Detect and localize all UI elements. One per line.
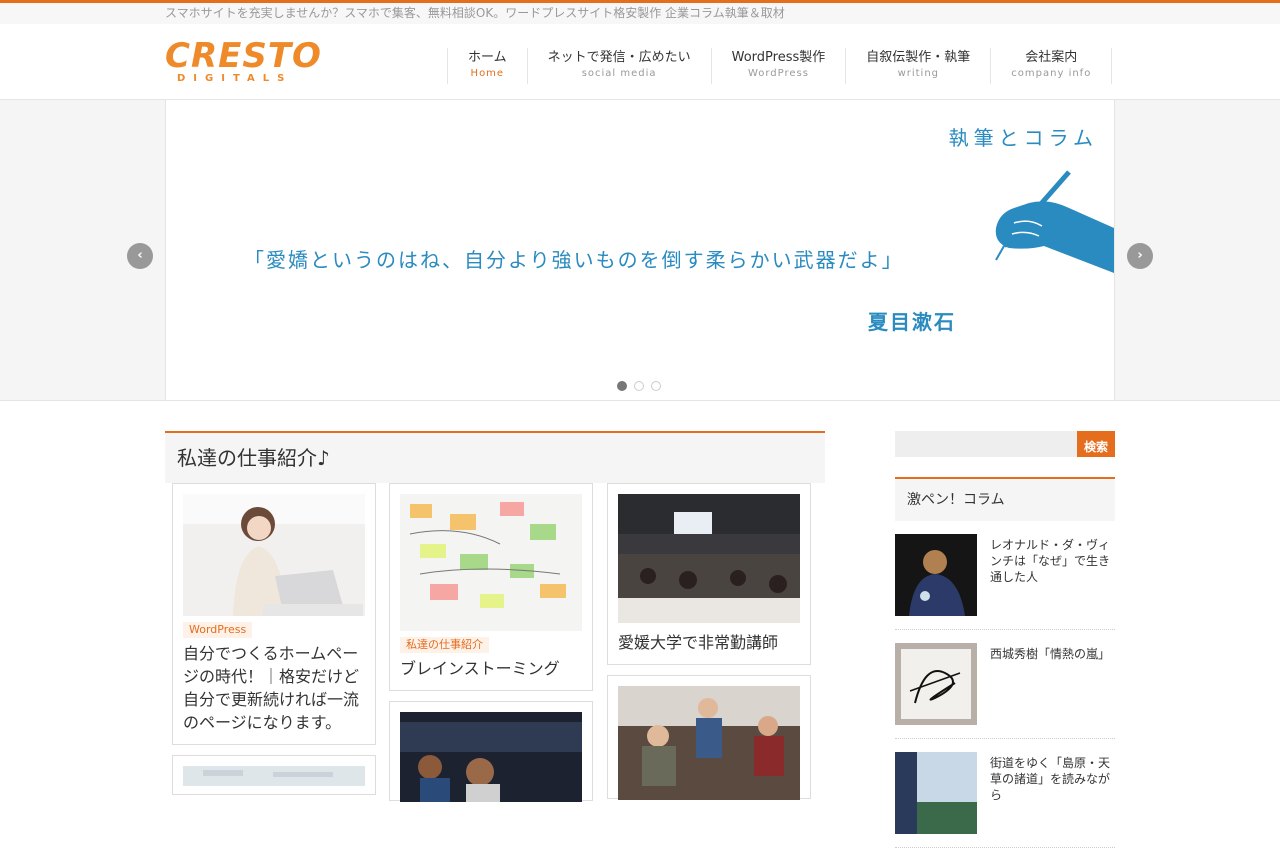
nav-item-writing[interactable]: 自叙伝製作・執筆 writing	[846, 48, 992, 84]
post-title[interactable]: 街道をゆく「島原・天草の諸道」を読みながら	[990, 755, 1115, 834]
post-category-tag[interactable]: 私達の仕事紹介	[400, 637, 489, 653]
main-nav: ホーム Home ネットで発信・広めたい social media WordPr…	[447, 48, 1113, 84]
search-form: 検索	[895, 431, 1115, 457]
nav-item-social-media[interactable]: ネットで発信・広めたい social media	[528, 48, 712, 84]
slide-heading: 執筆とコラム	[948, 126, 1098, 150]
post-thumbnail	[895, 534, 977, 616]
nav-sublabel: company info	[1011, 68, 1092, 79]
column-widget-title: 激ペン！コラム	[895, 477, 1115, 521]
slider-dots	[617, 381, 661, 391]
nav-item-home[interactable]: ホーム Home	[448, 48, 528, 84]
section-title: 私達の仕事紹介♪	[165, 431, 825, 483]
post-thumbnail	[895, 752, 977, 834]
logo-word: CRESTO	[165, 36, 322, 76]
nav-sublabel: social media	[581, 68, 657, 79]
sidebar: 検索 激ペン！コラム レオナルド・ダ・ヴィンチは「なぜ」で生き通した人 西城秀樹…	[895, 431, 1115, 848]
slider-next-button[interactable]: ›	[1127, 243, 1153, 269]
post-thumbnail	[400, 494, 582, 631]
post-thumbnail	[618, 686, 800, 800]
post-card[interactable]: WordPress 自分でつくるホームページの時代！｜格安だけど自分で更新続けれ…	[172, 483, 376, 745]
nav-label: ホーム	[468, 50, 507, 65]
post-card[interactable]	[607, 675, 811, 800]
post-title[interactable]: 西城秀樹「情熱の嵐」	[990, 646, 1110, 725]
nav-sublabel: writing	[897, 68, 940, 79]
post-thumbnail	[400, 712, 582, 802]
tagline: スマホサイトを充実しませんか？スマホで集客、無料相談OK。ワードプレスサイト格安…	[165, 6, 785, 20]
nav-label: WordPress製作	[731, 50, 826, 65]
search-input[interactable]	[895, 431, 1077, 457]
nav-sublabel: Home	[470, 68, 505, 79]
sidebar-post[interactable]: 西城秀樹「情熱の嵐」	[895, 630, 1115, 739]
site-logo[interactable]: CRESTO DIGITALS	[165, 36, 322, 89]
slider-dot[interactable]	[651, 381, 661, 391]
post-title[interactable]: 愛媛大学で非常勤講師	[618, 631, 800, 654]
post-card[interactable]: 私達の仕事紹介 ブレインストーミング	[389, 483, 593, 691]
nav-label: 会社案内	[1025, 50, 1078, 65]
slide-author: 夏目漱石	[868, 310, 956, 334]
column-1: WordPress 自分でつくるホームページの時代！｜格安だけど自分で更新続けれ…	[172, 483, 376, 805]
slider-dot[interactable]	[617, 381, 627, 391]
post-category-tag[interactable]: WordPress	[183, 622, 253, 638]
search-button[interactable]: 検索	[1077, 431, 1115, 457]
post-title[interactable]: レオナルド・ダ・ヴィンチは「なぜ」で生き通した人	[990, 537, 1115, 616]
hero-slide[interactable]: 執筆とコラム 「愛嬌というのはね、自分より強いものを倒す柔らかい武器だよ」 夏目…	[165, 100, 1115, 400]
nav-sublabel: WordPress	[747, 68, 809, 79]
nav-item-company-info[interactable]: 会社案内 company info	[991, 48, 1113, 84]
post-thumbnail	[618, 494, 800, 623]
post-title[interactable]: 自分でつくるホームページの時代！｜格安だけど自分で更新続ければ一流のページになり…	[183, 642, 365, 734]
slide-quote: 「愛嬌というのはね、自分より強いものを倒す柔らかい武器だよ」	[244, 248, 904, 272]
hand-pen-illustration	[995, 170, 1114, 273]
post-thumbnail	[895, 643, 977, 725]
column-3: 愛媛大学で非常勤講師	[607, 483, 811, 809]
post-thumbnail	[183, 494, 365, 616]
nav-item-wordpress[interactable]: WordPress製作 WordPress	[712, 48, 847, 84]
post-thumbnail	[183, 766, 365, 786]
post-card[interactable]	[172, 755, 376, 795]
post-card[interactable]: 愛媛大学で非常勤講師	[607, 483, 811, 665]
site-header: CRESTO DIGITALS ホーム Home ネットで発信・広めたい soc…	[0, 24, 1280, 100]
slider-dot[interactable]	[634, 381, 644, 391]
post-card[interactable]	[389, 701, 593, 802]
column-2: 私達の仕事紹介 ブレインストーミング	[389, 483, 593, 811]
sidebar-post[interactable]: 街道をゆく「島原・天草の諸道」を読みながら	[895, 739, 1115, 848]
main-section: 私達の仕事紹介♪ WordPress 自分でつくるホームページの時代！｜格安だけ…	[165, 431, 825, 802]
top-bar: スマホサイトを充実しませんか？スマホで集客、無料相談OK。ワードプレスサイト格安…	[0, 0, 1280, 24]
hero-slider: 執筆とコラム 「愛嬌というのはね、自分より強いものを倒す柔らかい武器だよ」 夏目…	[0, 100, 1280, 401]
post-title[interactable]: ブレインストーミング	[400, 657, 582, 680]
sidebar-post[interactable]: レオナルド・ダ・ヴィンチは「なぜ」で生き通した人	[895, 521, 1115, 630]
nav-label: ネットで発信・広めたい	[547, 50, 691, 65]
slider-prev-button[interactable]: ‹	[127, 243, 153, 269]
nav-label: 自叙伝製作・執筆	[866, 50, 971, 65]
